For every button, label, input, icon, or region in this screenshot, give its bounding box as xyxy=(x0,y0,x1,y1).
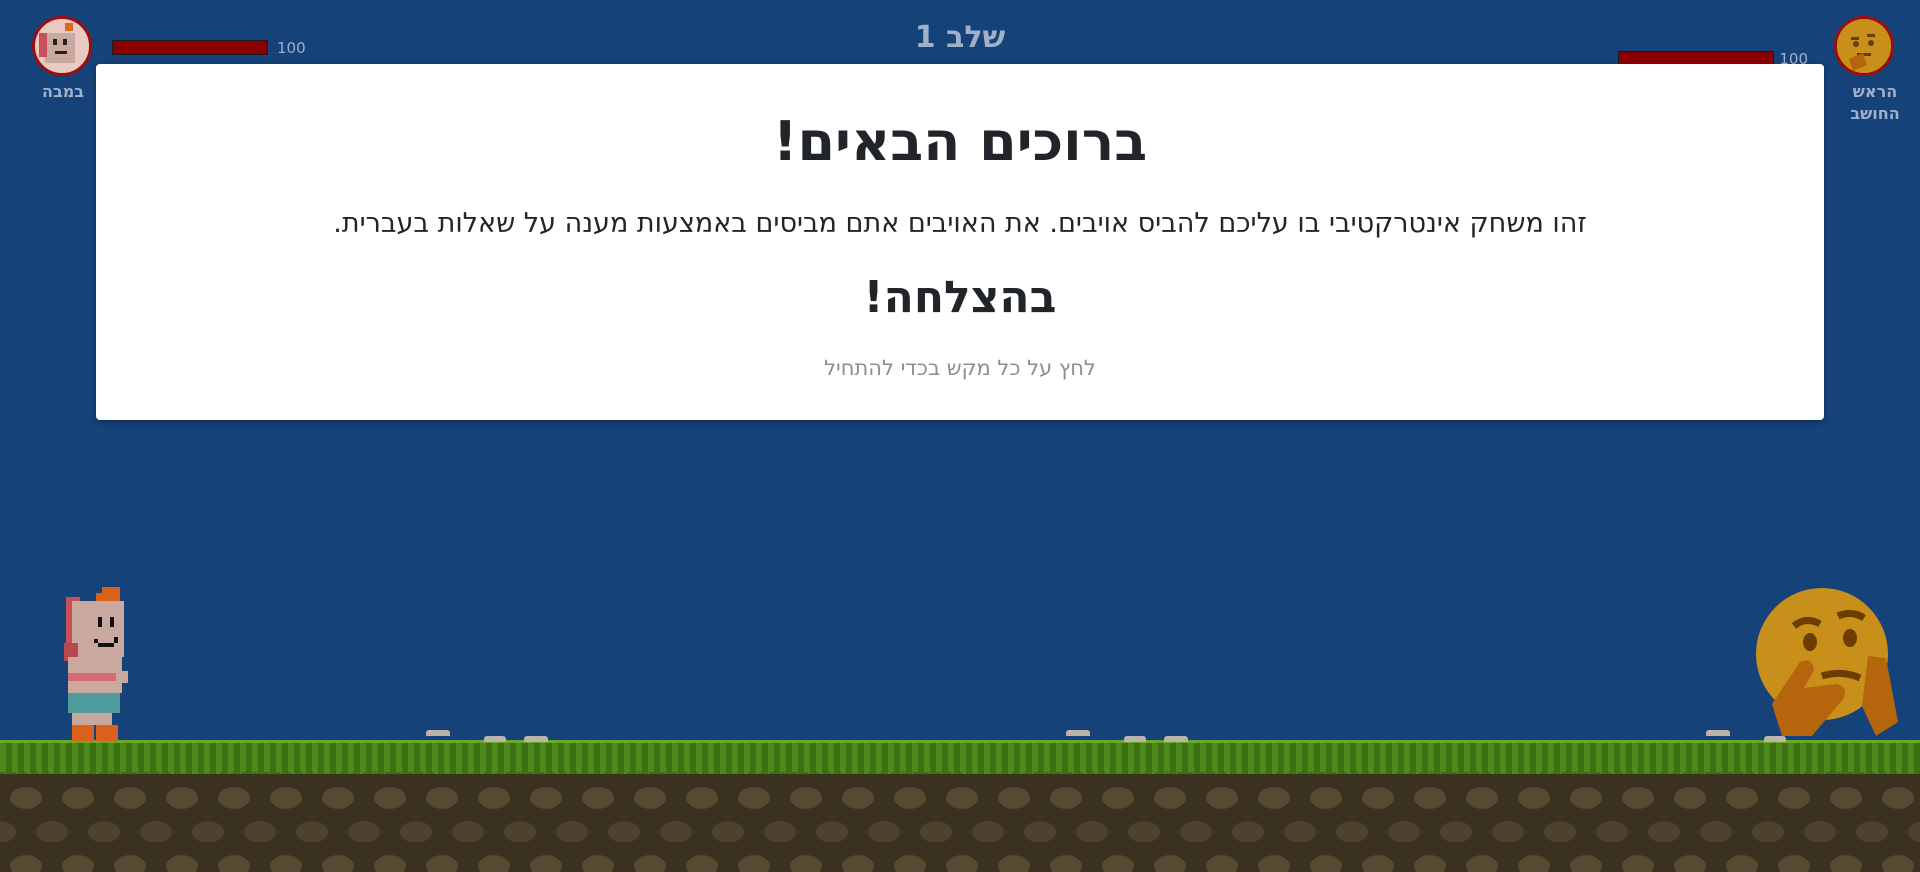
enemy-character xyxy=(1756,588,1898,736)
thinking-face-icon xyxy=(1837,19,1891,73)
ground-pebble xyxy=(426,730,450,736)
ground-pebble xyxy=(1164,736,1188,742)
ground-pebble xyxy=(1066,730,1090,736)
good-luck-heading: בהצלחה! xyxy=(863,272,1057,323)
ground-pebble xyxy=(1124,736,1146,742)
start-hint: לחץ על כל מקש בכדי להתחיל xyxy=(824,356,1096,380)
ground-pebble xyxy=(484,736,506,742)
ground-pebble xyxy=(1706,730,1730,736)
player-name: במבה xyxy=(41,82,85,101)
welcome-dialog[interactable]: ברוכים הבאים! זהו משחק אינטרקטיבי בו עלי… xyxy=(96,64,1824,420)
enemy-avatar xyxy=(1834,16,1894,76)
welcome-title: ברוכים הבאים! xyxy=(772,110,1148,173)
game-stage[interactable]: 100 במבה שלב 1 100 הראש החושב ברוכים הבא… xyxy=(0,0,1920,872)
ground-pebble xyxy=(524,736,548,742)
stage-label: שלב 1 xyxy=(914,20,1006,55)
ground-grass xyxy=(0,740,1920,780)
welcome-description: זהו משחק אינטרקטיבי בו עליכם להביס אויבי… xyxy=(333,208,1587,239)
ground-dirt xyxy=(0,774,1920,872)
enemy-name: הראש החושב xyxy=(1850,82,1900,123)
player-character xyxy=(64,587,128,741)
